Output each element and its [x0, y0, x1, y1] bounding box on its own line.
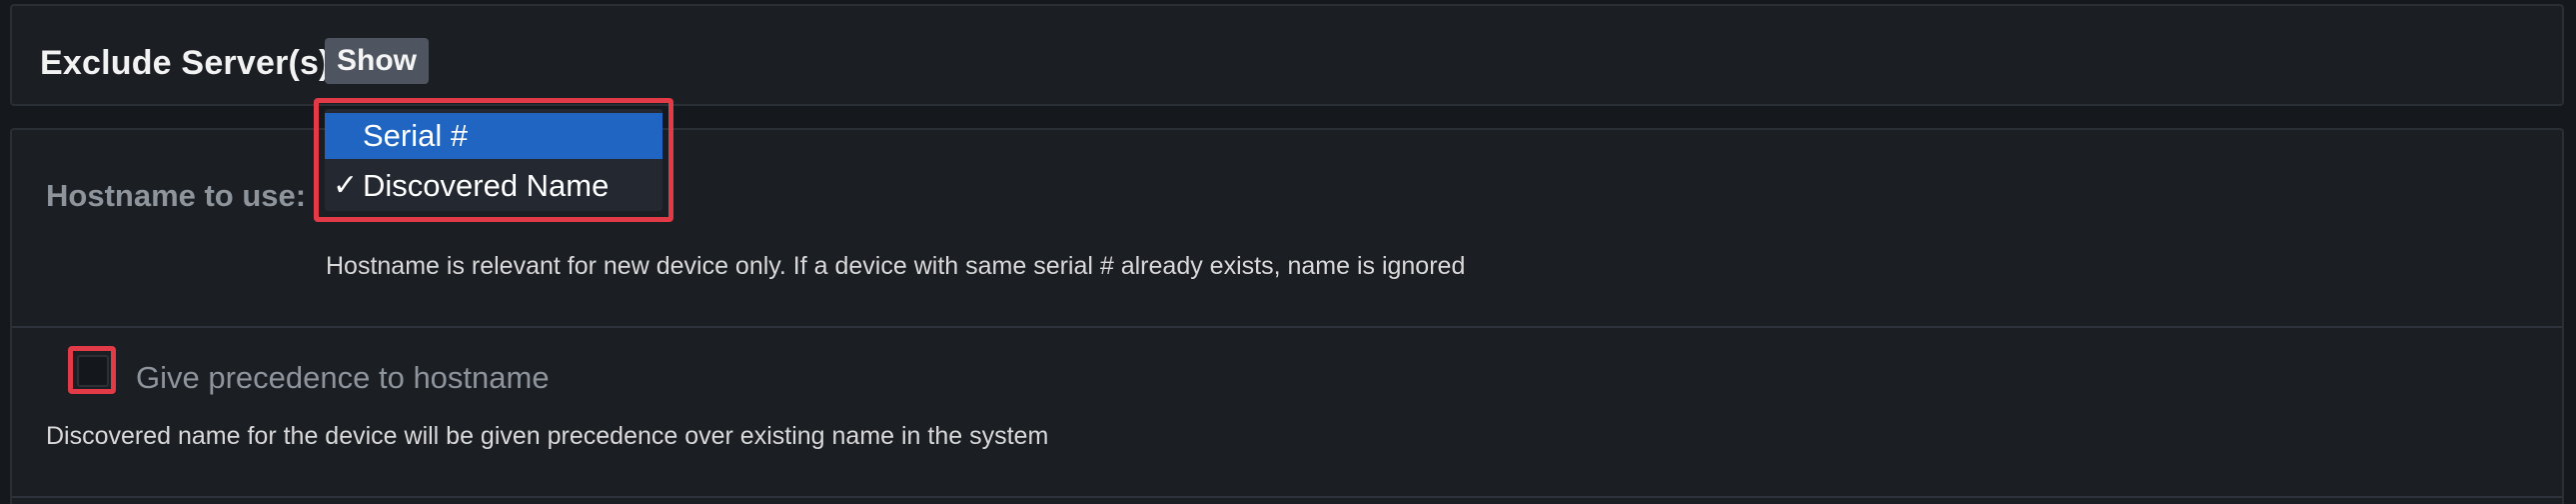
hostname-label: Hostname to use:	[46, 178, 307, 213]
bottom-divider	[12, 496, 2562, 498]
precedence-help-text: Discovered name for the device will be g…	[46, 422, 1049, 450]
page: Exclude Server(s) Show Hostname to use: …	[0, 0, 2576, 504]
hostname-dropdown[interactable]: Serial # ✓ Discovered Name	[325, 109, 662, 211]
section-divider	[12, 326, 2562, 328]
option-label: Discovered Name	[363, 168, 610, 203]
option-discovered-name[interactable]: ✓ Discovered Name	[325, 163, 662, 209]
precedence-checkbox[interactable]	[77, 355, 109, 387]
checkmark-icon: ✓	[333, 169, 359, 202]
hostname-help-text: Hostname is relevant for new device only…	[326, 252, 1466, 280]
exclude-servers-panel: Exclude Server(s) Show	[10, 4, 2564, 106]
exclude-servers-title: Exclude Server(s)	[40, 44, 331, 82]
show-button[interactable]: Show	[325, 38, 429, 84]
precedence-checkbox-highlight	[68, 346, 116, 394]
option-label: Serial #	[363, 118, 469, 153]
precedence-label[interactable]: Give precedence to hostname	[136, 360, 550, 396]
hostname-dropdown-highlight: Serial # ✓ Discovered Name	[314, 98, 673, 222]
option-serial-number[interactable]: Serial #	[325, 113, 662, 159]
